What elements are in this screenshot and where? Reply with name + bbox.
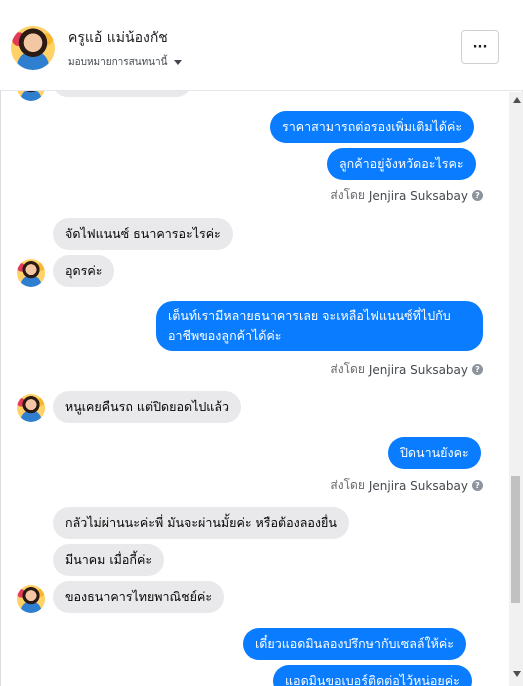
assign-conversation[interactable]: มอบหมายการสนทนานี้ bbox=[68, 55, 183, 70]
sent-by-prefix: ส่งโดย bbox=[330, 362, 365, 376]
message-incoming: กลัวไม่ผ่านนะค่ะพี่ มันจะผ่านมั้ยค่ะ หรื… bbox=[53, 507, 349, 539]
more-horizontal-icon: ··· bbox=[472, 39, 488, 55]
sent-by-prefix: ส่งโดย bbox=[330, 188, 365, 202]
caret-down-icon bbox=[174, 60, 183, 65]
contact-avatar[interactable] bbox=[11, 26, 55, 70]
message-incoming: มีนาคม เมื่อกี้ค่ะ bbox=[53, 544, 165, 576]
chat-header: ครูแอ้ แม่น้องกัช มอบหมายการสนทนานี้ ··· bbox=[0, 0, 523, 91]
sender-name: Jenjira Suksabay bbox=[368, 188, 468, 203]
contact-avatar-small bbox=[17, 585, 45, 613]
message-outgoing: ราคาสามารถต่อรองเพิ่มเติมได้ค่ะ bbox=[270, 111, 475, 143]
more-options-button[interactable]: ··· bbox=[461, 30, 499, 64]
contact-avatar-small bbox=[17, 394, 45, 422]
message-outgoing: เดี๋ยวแอดมินลองปรึกษากับเซลล์ให้ค่ะ bbox=[243, 628, 466, 660]
sender-name: Jenjira Suksabay bbox=[368, 478, 468, 493]
message-outgoing: แอดมินขอเบอร์ติดต่อไว้หน่อยค่ะ bbox=[273, 665, 472, 686]
message-outgoing: เต็นท์เรามีหลายธนาคารเลย จะเหลือไฟแนนซ์ท… bbox=[156, 301, 483, 351]
sent-by-label: ส่งโดย Jenjira Suksabay ? bbox=[330, 360, 483, 379]
assign-conversation-label: มอบหมายการสนทนานี้ bbox=[68, 57, 168, 68]
question-icon[interactable]: ? bbox=[472, 364, 483, 375]
sent-by-prefix: ส่งโดย bbox=[330, 478, 365, 492]
message-incoming: ของธนาคารไทยพาณิชย์ค่ะ bbox=[53, 581, 225, 613]
message-incoming: จัดไฟแนนซ์ ธนาคารอะไรค่ะ bbox=[53, 218, 233, 250]
message-incoming-cut bbox=[53, 91, 191, 97]
sent-by-label: ส่งโดย Jenjira Suksabay ? bbox=[330, 476, 483, 495]
message-list[interactable]: ราคาสามารถต่อรองเพิ่มเติมได้ค่ะ ลูกค้าอย… bbox=[0, 91, 523, 686]
scroll-down-arrow-icon[interactable] bbox=[513, 671, 521, 677]
scrollbar-thumb[interactable] bbox=[511, 476, 520, 603]
contact-name[interactable]: ครูแอ้ แม่น้องกัช bbox=[68, 27, 168, 49]
message-outgoing: ปิดนานยังคะ bbox=[388, 437, 481, 469]
scroll-up-arrow-icon[interactable] bbox=[513, 97, 521, 103]
contact-avatar-small bbox=[17, 91, 45, 101]
message-incoming: อุดรค่ะ bbox=[53, 255, 115, 287]
question-icon[interactable]: ? bbox=[472, 480, 483, 491]
sender-name: Jenjira Suksabay bbox=[368, 362, 468, 377]
question-icon[interactable]: ? bbox=[472, 190, 483, 201]
contact-avatar-small bbox=[17, 259, 45, 287]
sent-by-label: ส่งโดย Jenjira Suksabay ? bbox=[330, 186, 483, 205]
message-incoming: หนูเคยคืนรถ แต่ปิดยอดไปแล้ว bbox=[53, 391, 242, 423]
message-outgoing: ลูกค้าอยู่จังหวัดอะไรคะ bbox=[327, 148, 476, 180]
